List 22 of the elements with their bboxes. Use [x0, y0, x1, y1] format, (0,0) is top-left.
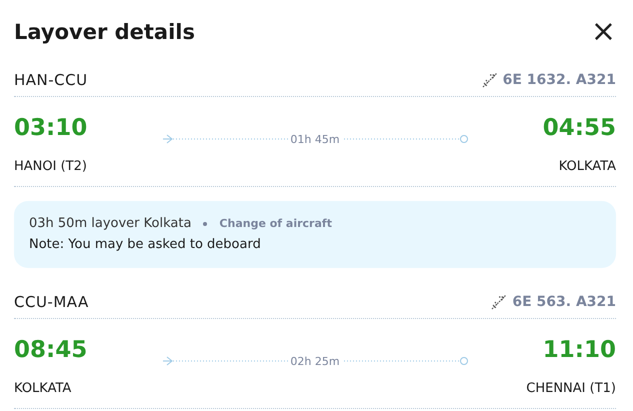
flight-number: 6E 1632. A321	[502, 72, 616, 88]
route-code: HAN-CCU	[14, 71, 88, 89]
route-code: CCU-MAA	[14, 293, 89, 311]
arrival-city: KOLKATA	[558, 158, 616, 176]
separator-icon	[203, 222, 208, 226]
aircraft-change-tag: Change of aircraft	[219, 217, 332, 230]
departure-city: KOLKATA	[14, 380, 72, 398]
arrival-time: 04:55	[542, 115, 616, 141]
layover-summary: 03h 50m layover Kolkata	[29, 216, 192, 231]
departure-time: 03:10	[14, 115, 88, 141]
plane-icon	[490, 293, 508, 311]
flight-number: 6E 563. A321	[512, 294, 616, 310]
flight-duration: 02h 25m	[288, 354, 342, 368]
departure-city: HANOI (T2)	[14, 158, 88, 176]
flight-duration: 01h 45m	[288, 132, 342, 146]
departure-time: 08:45	[14, 337, 88, 363]
dialog-title: Layover details	[14, 20, 196, 44]
plane-icon	[480, 71, 499, 89]
arrival-time: 11:10	[542, 337, 616, 363]
layover-note: Note: You may be asked to deboard	[29, 237, 262, 252]
arrival-city: CHENNAI (T1)	[525, 380, 616, 398]
close-button[interactable]: ×	[590, 17, 616, 47]
